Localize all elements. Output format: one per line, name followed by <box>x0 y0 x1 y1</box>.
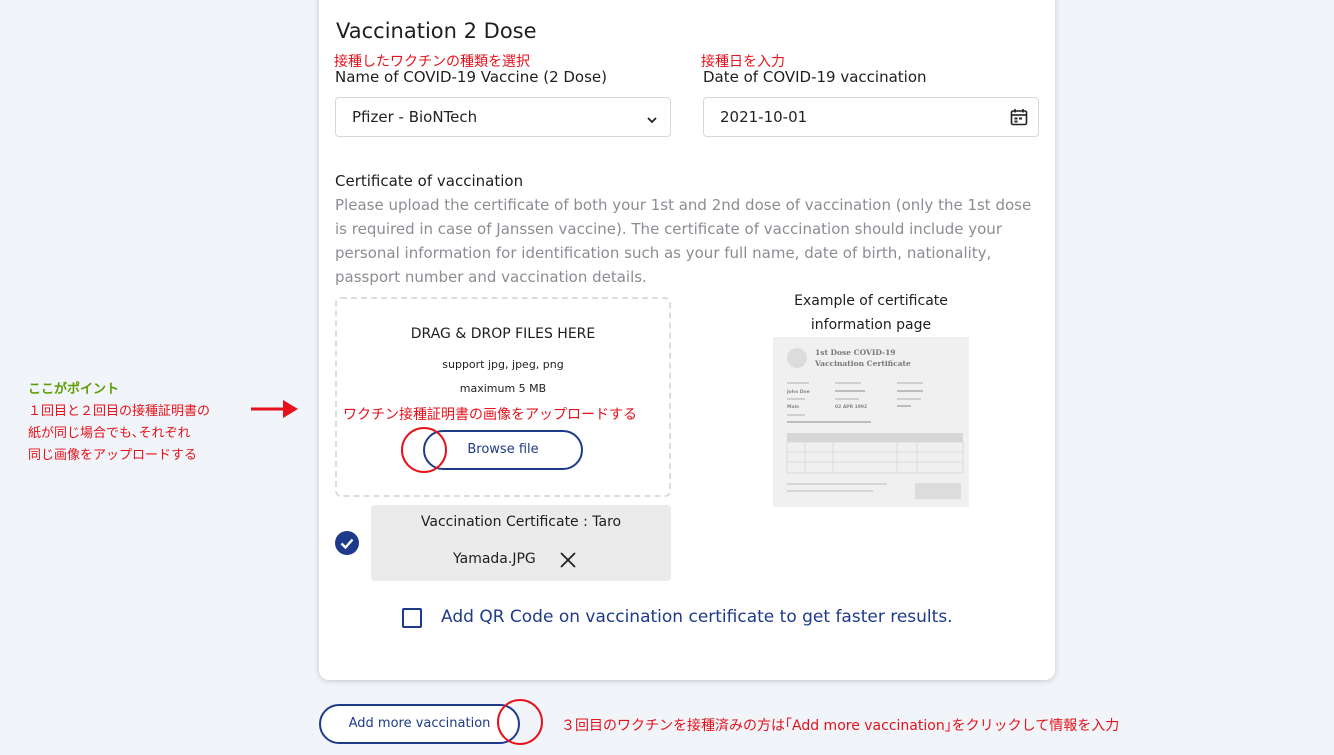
dropzone-title: DRAG & DROP FILES HERE <box>410 326 596 342</box>
arrow-right-icon <box>251 398 299 424</box>
calendar-icon[interactable] <box>1010 108 1028 130</box>
sample-title-line2: Vaccination Certificate <box>814 359 911 368</box>
add-more-vaccination-button[interactable]: Add more vaccination <box>319 704 520 744</box>
check-circle-icon <box>335 531 359 555</box>
section-title: Vaccination 2 Dose <box>336 19 537 43</box>
sample-name: John Doe <box>786 389 810 395</box>
vaccination-date-input[interactable]: 2021-10-01 <box>703 97 1039 137</box>
vaccination-date-label: Date of COVID-19 vaccination <box>703 68 927 86</box>
dropzone-formats: support jpg, jpeg, png <box>442 358 564 371</box>
uploaded-file-name-line1: Vaccination Certificate : Taro <box>420 514 622 530</box>
example-certificate-image: 1st Dose COVID-19 Vaccination Certificat… <box>773 337 969 507</box>
close-icon[interactable] <box>559 551 577 573</box>
highlight-circle-add-more <box>497 699 543 745</box>
dropzone-max-size: maximum 5 MB <box>459 382 547 395</box>
qr-code-checkbox-label[interactable]: Add QR Code on vaccination certificate t… <box>441 607 953 627</box>
chevron-down-icon <box>646 111 658 130</box>
bottom-note: ３回目のワクチンを接種済みの方は｢Add more vaccination｣をク… <box>561 718 1120 734</box>
vaccination-date-value: 2021-10-01 <box>720 108 808 126</box>
note-line-2: 紙が同じ場合でも､それぞれ <box>28 426 191 441</box>
highlight-circle <box>401 427 447 473</box>
certificate-description: Please upload the certificate of both yo… <box>335 196 1032 286</box>
qr-code-checkbox[interactable] <box>402 608 422 628</box>
vaccine-name-value: Pfizer - BioNTech <box>352 108 478 126</box>
uploaded-file-name-line2: Yamada.JPG <box>453 551 536 567</box>
vaccine-name-label: Name of COVID-19 Vaccine (2 Dose) <box>335 68 608 86</box>
browse-file-button[interactable]: Browse file <box>423 430 583 470</box>
sample-gender: Male <box>787 404 799 410</box>
note-line-3: 同じ画像をアップロードする <box>28 448 198 463</box>
sample-title-line1: 1st Dose COVID-19 <box>815 348 896 357</box>
note-line-1: １回目と２回目の接種証明書の <box>28 404 211 419</box>
note-heading: ここがポイント <box>28 382 120 397</box>
example-certificate-title: Example of certificate information page <box>794 293 948 333</box>
certificate-title: Certificate of vaccination <box>335 172 524 190</box>
uploaded-file-chip: Vaccination Certificate : Taro Yamada.JP… <box>371 505 671 581</box>
dropzone-annotation: ワクチン接種証明書の画像をアップロードする <box>343 407 637 423</box>
vaccine-name-select[interactable]: Pfizer - BioNTech <box>335 97 671 137</box>
sample-dob: 02 APR 1992 <box>835 404 867 410</box>
